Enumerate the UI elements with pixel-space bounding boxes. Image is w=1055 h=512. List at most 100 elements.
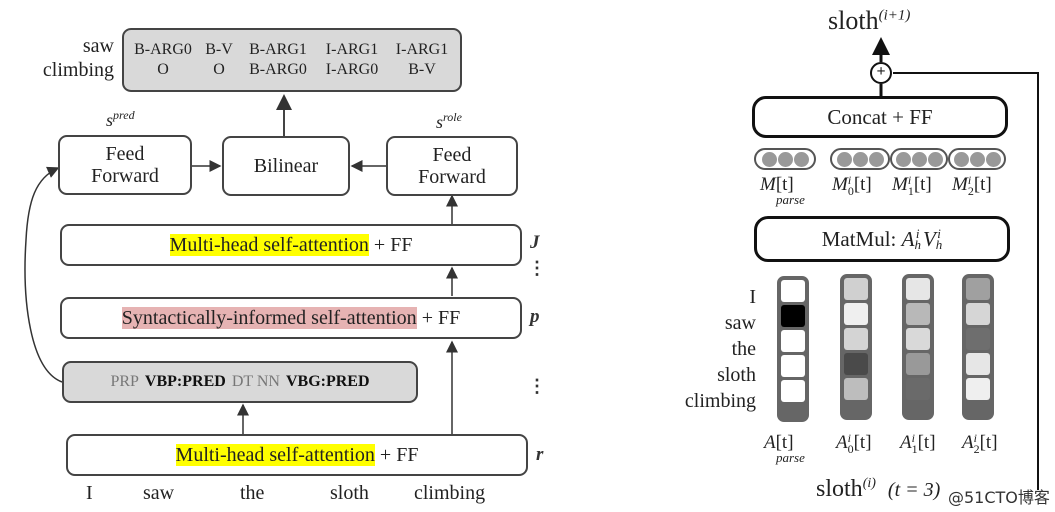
s-role-base: s	[436, 112, 444, 132]
time-condition: (t = 3)	[887, 479, 941, 501]
attention-cell	[966, 353, 990, 375]
s-pred-sup: pred	[113, 108, 135, 122]
tag: B-V	[408, 61, 436, 78]
input-word: sloth	[330, 482, 369, 504]
attention-cell	[906, 303, 930, 325]
m-arg: [t]	[913, 174, 932, 195]
a0-label: Ai 0 [t]	[836, 432, 872, 455]
plus-icon: +	[876, 63, 886, 80]
row-label-climbing: climbing	[42, 59, 114, 81]
attention-cell	[844, 328, 868, 350]
input-word: saw	[143, 482, 175, 504]
m2-label: Mi 2 [t]	[952, 174, 992, 197]
attention-column	[777, 276, 809, 422]
tag: I-ARG1	[395, 41, 449, 58]
a2-label: Ai 2 [t]	[962, 432, 998, 455]
input-sloth-label: sloth(i) (t = 3)	[816, 476, 940, 503]
ff-line2: Forward	[91, 165, 159, 187]
s-role-sup: role	[443, 110, 462, 124]
a-base: A	[900, 432, 912, 453]
s-role-label: srole	[436, 110, 462, 133]
a-arg: [t]	[853, 432, 872, 453]
m1-label: Mi 1 [t]	[892, 174, 932, 197]
attention-cell	[966, 378, 990, 400]
pos-tag: PRP	[110, 373, 139, 390]
tag: B-V	[205, 41, 233, 58]
a-arg: [t]	[917, 432, 936, 453]
bilinear-label: Bilinear	[253, 155, 319, 177]
matmul-v: V	[922, 226, 936, 251]
sloth-base: sloth	[828, 6, 879, 35]
attention-cell	[844, 353, 868, 375]
m1-vector	[890, 148, 948, 170]
layer-index-r: r	[536, 444, 544, 465]
layer-r-box: Multi-head self-attention + FF	[66, 434, 528, 476]
tag: O	[157, 61, 169, 78]
vdots: ⋮	[528, 258, 546, 278]
arrow-pos-ffleft	[24, 166, 63, 383]
attention-cell	[781, 330, 805, 352]
a-base: A	[962, 432, 974, 453]
attention-cell	[906, 378, 930, 400]
m0-label: Mi 0 [t]	[832, 174, 872, 197]
sloth-sup: (i+1)	[878, 7, 911, 24]
token-labels: I saw the sloth climbing	[660, 284, 756, 414]
input-word: the	[240, 482, 265, 504]
feed-forward-role-box: Feed Forward	[386, 136, 518, 196]
layer-p-box: Syntactically-informed self-attention + …	[60, 297, 522, 339]
concat-ff-box: Concat + FF	[752, 96, 1008, 138]
a-sub: parse	[776, 450, 805, 465]
attention-cell	[966, 278, 990, 300]
token-label: saw	[724, 312, 756, 334]
matmul-a: A	[901, 226, 915, 251]
attention-cell	[781, 380, 805, 402]
attention-column	[840, 274, 872, 420]
watermark: @51CTO博客	[948, 488, 1050, 507]
tag: B-ARG0	[249, 61, 307, 78]
concat-ff-label: Concat + FF	[827, 104, 933, 129]
ff-line2: Forward	[418, 166, 486, 188]
tag: I-ARG1	[325, 41, 379, 58]
token-label: climbing	[684, 390, 756, 412]
a1-label: Ai 1 [t]	[900, 432, 936, 455]
layer-j-box: Multi-head self-attention + FF	[60, 224, 522, 266]
lisa-highlight: Syntactically-informed self-attention	[121, 307, 417, 329]
sloth-base: sloth	[816, 476, 863, 502]
a-base: A	[836, 432, 848, 453]
m-parse-label: M[t] parse	[760, 174, 805, 207]
attention-cell	[781, 355, 805, 377]
input-word: climbing	[414, 482, 486, 504]
m-arg: [t]	[973, 174, 992, 195]
ff-suffix: + FF	[374, 444, 419, 466]
sloth-sup: (i)	[862, 476, 876, 491]
input-word: I	[86, 482, 93, 504]
vdots: ⋮	[528, 376, 546, 396]
token-label: I	[749, 286, 756, 308]
attention-cell	[966, 328, 990, 350]
a-base: A	[764, 432, 776, 453]
matmul-a-sub: h	[914, 237, 921, 252]
pos-tag-pred: VBG:PRED	[285, 373, 370, 390]
ff-suffix: + FF	[416, 307, 461, 329]
s-pred-label: spred	[106, 108, 135, 131]
output-row-labels: saw climbing	[43, 34, 114, 82]
tag: B-ARG1	[249, 41, 307, 58]
pos-tag-box: PRP VBP:PRED DT NN VBG:PRED	[62, 361, 418, 403]
row-label-saw: saw	[82, 35, 114, 57]
attention-cell	[844, 378, 868, 400]
bilinear-box: Bilinear	[222, 136, 350, 196]
attention-cell	[906, 278, 930, 300]
mhsa-highlight: Multi-head self-attention	[169, 234, 369, 256]
attention-column	[962, 274, 994, 420]
pos-tag: DT NN	[231, 373, 280, 390]
layer-index-p: p	[530, 306, 540, 327]
ff-suffix: + FF	[368, 234, 413, 256]
token-label: the	[731, 338, 756, 360]
tag: I-ARG0	[325, 61, 379, 78]
m-base: M	[760, 174, 776, 195]
output-sloth-label: sloth(i+1)	[828, 6, 910, 36]
m-base: M	[892, 174, 908, 195]
tag: O	[213, 61, 225, 78]
m-base: M	[832, 174, 848, 195]
matmul-box: MatMul: Aih Vih	[754, 216, 1010, 262]
